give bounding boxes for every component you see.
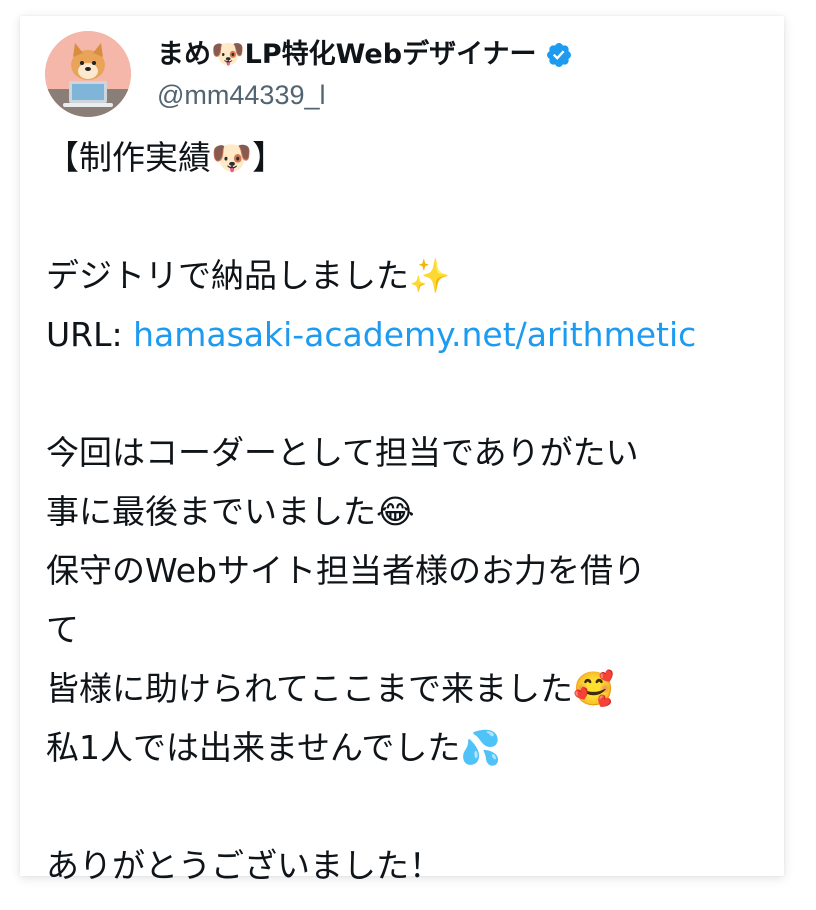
post-line-delivered: デジトリで納品しました✨ — [46, 256, 451, 295]
post-line-title: 【制作実績🐶】 — [46, 138, 286, 177]
dog-avatar-icon — [45, 31, 131, 117]
verified-badge-icon — [545, 41, 573, 69]
post-line-helped: 皆様に助けられてここまで来ました🥰 — [46, 669, 615, 708]
url-label: URL: — [46, 315, 134, 354]
post-line-maintenance: 保守のWebサイト担当者様のお力を借り — [46, 551, 646, 590]
post-line-alone: 私1人では出来ませんでした💦 — [46, 728, 502, 767]
avatar[interactable] — [45, 31, 131, 117]
post-card: まめ🐶LP特化Webデザイナー @mm44339_l 【制作実績🐶】 デジトリで… — [20, 16, 784, 885]
post-line-until-end: 事に最後までいました😂 — [46, 492, 415, 531]
post-line-te: て — [46, 610, 79, 649]
author-name-row: まめ🐶LP特化Webデザイナー — [157, 38, 573, 72]
post-line-thanks: ありがとうございました！ — [46, 846, 442, 885]
post-url-line: URL: hamasaki-academy.net/arithmetic — [46, 305, 776, 364]
author-display-name[interactable]: まめ🐶LP特化Webデザイナー — [157, 38, 537, 72]
post-url-link[interactable]: hamasaki-academy.net/arithmetic — [133, 315, 696, 354]
author-handle[interactable]: @mm44339_l — [157, 78, 326, 112]
post-line-role: 今回はコーダーとして担当でありがたい — [46, 433, 639, 472]
post-body: 【制作実績🐶】 デジトリで納品しました✨ URL: hamasaki-acade… — [46, 128, 776, 895]
